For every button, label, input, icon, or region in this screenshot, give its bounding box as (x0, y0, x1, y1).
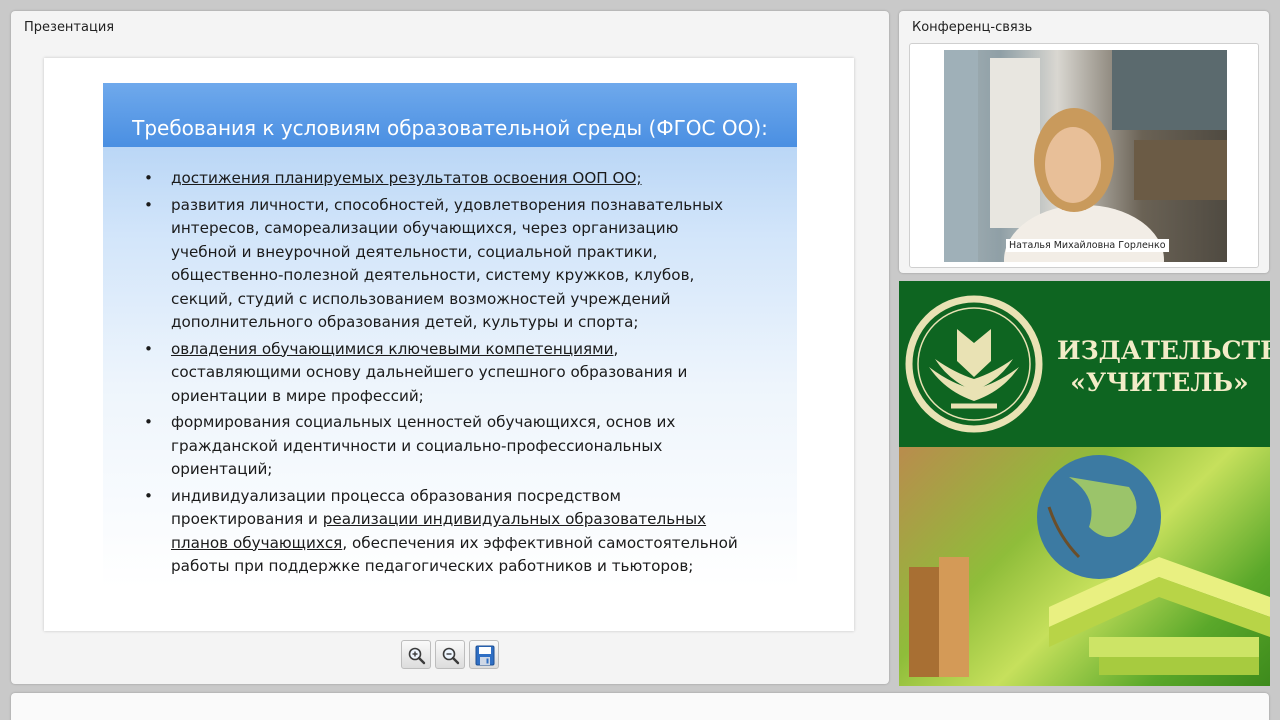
slide-underlined-text: планов обучающихся (171, 533, 343, 552)
slide-bullet-line: достижения планируемых результатов освое… (171, 167, 781, 191)
bottom-panel (11, 693, 1269, 720)
slide-text: дополнительного образования детей, культ… (171, 313, 639, 331)
publisher-name-line1: ИЗДАТЕЛЬСТВО (1057, 336, 1270, 365)
slide-bullet-item: • развития личности, способностей, удовле… (141, 194, 781, 335)
publisher-name: ИЗДАТЕЛЬСТВО «УЧИТЕЛЬ» (1057, 335, 1270, 399)
slide-text: работы при поддержке педагогических рабо… (171, 557, 694, 575)
slide-bullet-line: учебной и внеурочной деятельности, социа… (171, 241, 781, 265)
presentation-panel-title: Презентация (24, 20, 115, 35)
participant-name-caption: Наталья Михайловна Горленко (1006, 239, 1169, 252)
slide-bullet-line: дополнительного образования детей, культ… (171, 311, 781, 335)
slide-bullet-line: проектирования и реализации индивидуальн… (171, 508, 781, 532)
slide-underlined-text: реализации индивидуальных образовательны… (322, 510, 707, 528)
slide-bullet-line: развития личности, способностей, удовлет… (171, 194, 781, 218)
save-button[interactable] (469, 640, 499, 669)
slide-bullet-line: работы при поддержке педагогических рабо… (171, 555, 781, 579)
slide-text: ориентации в мире профессий; (171, 386, 424, 405)
bullet-icon: • (144, 486, 153, 505)
slide-bullet-item: • овладения обучающимися ключевыми компет… (141, 338, 781, 409)
slide: Требования к условиям образовательной ср… (103, 83, 797, 588)
slide-bullet-line: ориентаций; (171, 458, 781, 482)
zoom-out-icon (442, 647, 460, 665)
publisher-header: ИЗДАТЕЛЬСТВО «УЧИТЕЛЬ» (899, 281, 1270, 447)
slide-text: формирования социальных ценностей обучаю… (171, 413, 676, 431)
slide-title: Требования к условиям образовательной ср… (132, 116, 768, 140)
slide-viewport: Требования к условиям образовательной ср… (44, 58, 854, 631)
slide-text: учебной и внеурочной деятельности, социа… (171, 242, 658, 261)
video-frame: Наталья Михайловна Горленко (909, 43, 1259, 268)
slide-bullet-item: • индивидуализации процесса образования п… (141, 485, 781, 579)
slide-bullet-list: • достижения планируемых результатов осво… (141, 167, 781, 582)
slide-text: составляющими основу дальнейшего успешно… (171, 363, 688, 381)
slide-bullet-line: общественно-полезной деятельности, систе… (171, 264, 781, 288)
slide-bullet-line: овладения обучающимися ключевыми компете… (171, 338, 781, 362)
slide-text: интересов, самореализации обучающихся, ч… (171, 219, 679, 237)
slide-bullet-item: • достижения планируемых результатов осво… (141, 167, 781, 191)
slide-bullet-line: планов обучающихся, обеспечения их эффек… (171, 532, 781, 556)
slide-header: Требования к условиям образовательной ср… (103, 83, 797, 147)
slide-text: проектирования и (171, 510, 323, 528)
slide-bullet-line: формирования социальных ценностей обучаю… (171, 411, 781, 435)
publisher-logo-emblem (905, 295, 1043, 433)
conference-panel: Конференц-связь Наталья Михайловна Горле… (899, 11, 1269, 273)
zoom-in-icon (408, 647, 426, 665)
slide-bullet-line: составляющими основу дальнейшего успешно… (171, 361, 781, 385)
slide-underlined-text: достижения планируемых результатов освое… (171, 169, 642, 187)
conference-panel-title: Конференц-связь (912, 20, 1033, 35)
save-icon (475, 645, 495, 666)
slide-text: индивидуализации процесса образования по… (171, 486, 621, 505)
slide-text: , (613, 339, 619, 358)
zoom-in-button[interactable] (401, 640, 431, 669)
publisher-books-image (899, 447, 1270, 686)
slide-bullet-line: индивидуализации процесса образования по… (171, 485, 781, 509)
bullet-icon: • (144, 413, 153, 431)
slide-text: гражданской идентичности и социально-про… (171, 436, 663, 455)
slide-bullet-line: гражданской идентичности и социально-про… (171, 435, 781, 459)
presentation-panel: Презентация Требования к условиям образо… (11, 11, 889, 684)
bullet-icon: • (144, 339, 153, 358)
slide-text: общественно-полезной деятельности, систе… (171, 266, 695, 284)
slide-bullet-line: ориентации в мире профессий; (171, 385, 781, 409)
bullet-icon: • (144, 195, 153, 214)
slide-bullet-line: интересов, самореализации обучающихся, ч… (171, 217, 781, 241)
publisher-name-line2: «УЧИТЕЛЬ» (1070, 368, 1249, 397)
slide-bullet-line: секций, студий с использованием возможно… (171, 288, 781, 312)
publisher-banner: ИЗДАТЕЛЬСТВО «УЧИТЕЛЬ» (899, 281, 1270, 686)
slide-text: развития личности, способностей, удовлет… (171, 195, 724, 214)
webcam-video[interactable]: Наталья Михайловна Горленко (944, 50, 1227, 262)
zoom-out-button[interactable] (435, 640, 465, 669)
slide-text: , обеспечения их эффективной самостоятел… (342, 533, 738, 552)
slide-bullet-item: • формирования социальных ценностей обуча… (141, 411, 781, 482)
slide-underlined-text: овладения обучающимися ключевыми компете… (171, 339, 614, 358)
webcam-person-image (944, 50, 1227, 262)
slide-text: секций, студий с использованием возможно… (171, 289, 671, 308)
slide-text: ориентаций; (171, 460, 273, 478)
bullet-icon: • (144, 169, 153, 187)
globe-and-books-illustration (909, 455, 1270, 677)
